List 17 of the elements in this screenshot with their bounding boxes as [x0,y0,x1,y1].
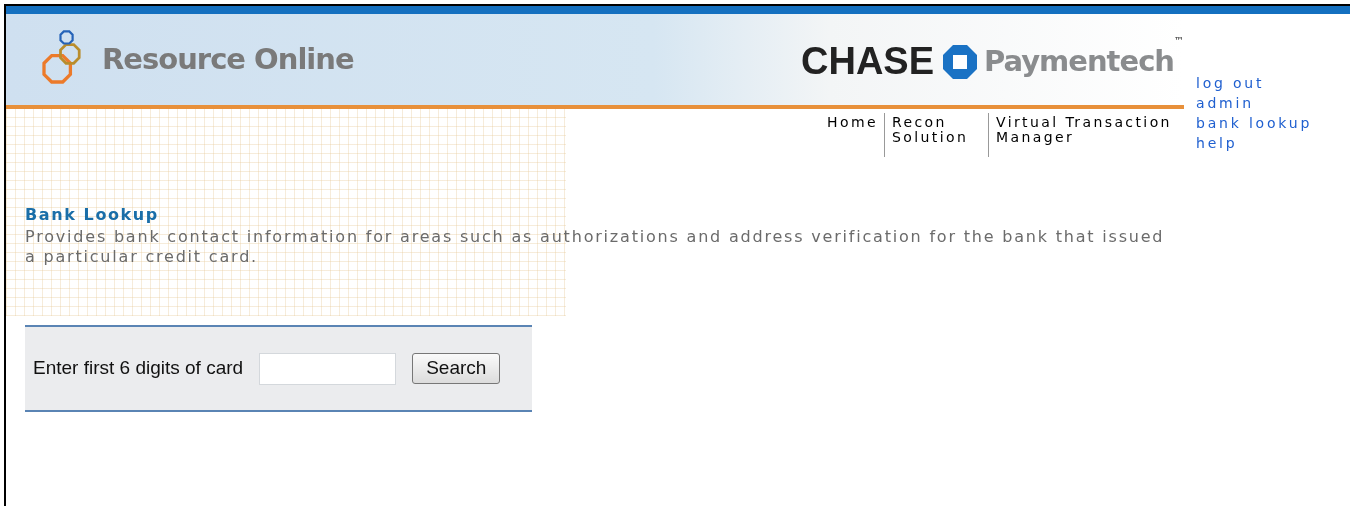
search-button[interactable]: Search [412,353,501,384]
header-link[interactable]: log out [1196,73,1313,93]
octagon-logo-icon [942,43,979,80]
header-link[interactable]: bank lookup [1196,113,1313,133]
field-label: Enter first 6 digits of card [33,356,244,381]
page-title: Bank Lookup [25,204,160,226]
trademark-sign: ™ [1174,34,1184,48]
header-link[interactable]: admin [1196,93,1313,113]
nav-link[interactable]: Home [820,113,884,157]
page-description: Provides bank contact information for areas such as authorizations and address verification for the bank that issued a particular credit card. [25,227,1165,267]
nav-link[interactable]: Recon Solution [884,113,988,157]
brand-product: Paymentech [984,42,1174,80]
header-link[interactable]: help [1196,133,1313,153]
nav-link[interactable]: Virtual Transaction Manager [988,113,1184,157]
logo-text: Resource Online [102,40,354,78]
brand-name: CHASE [801,39,935,84]
card-digits-field[interactable] [259,352,397,385]
